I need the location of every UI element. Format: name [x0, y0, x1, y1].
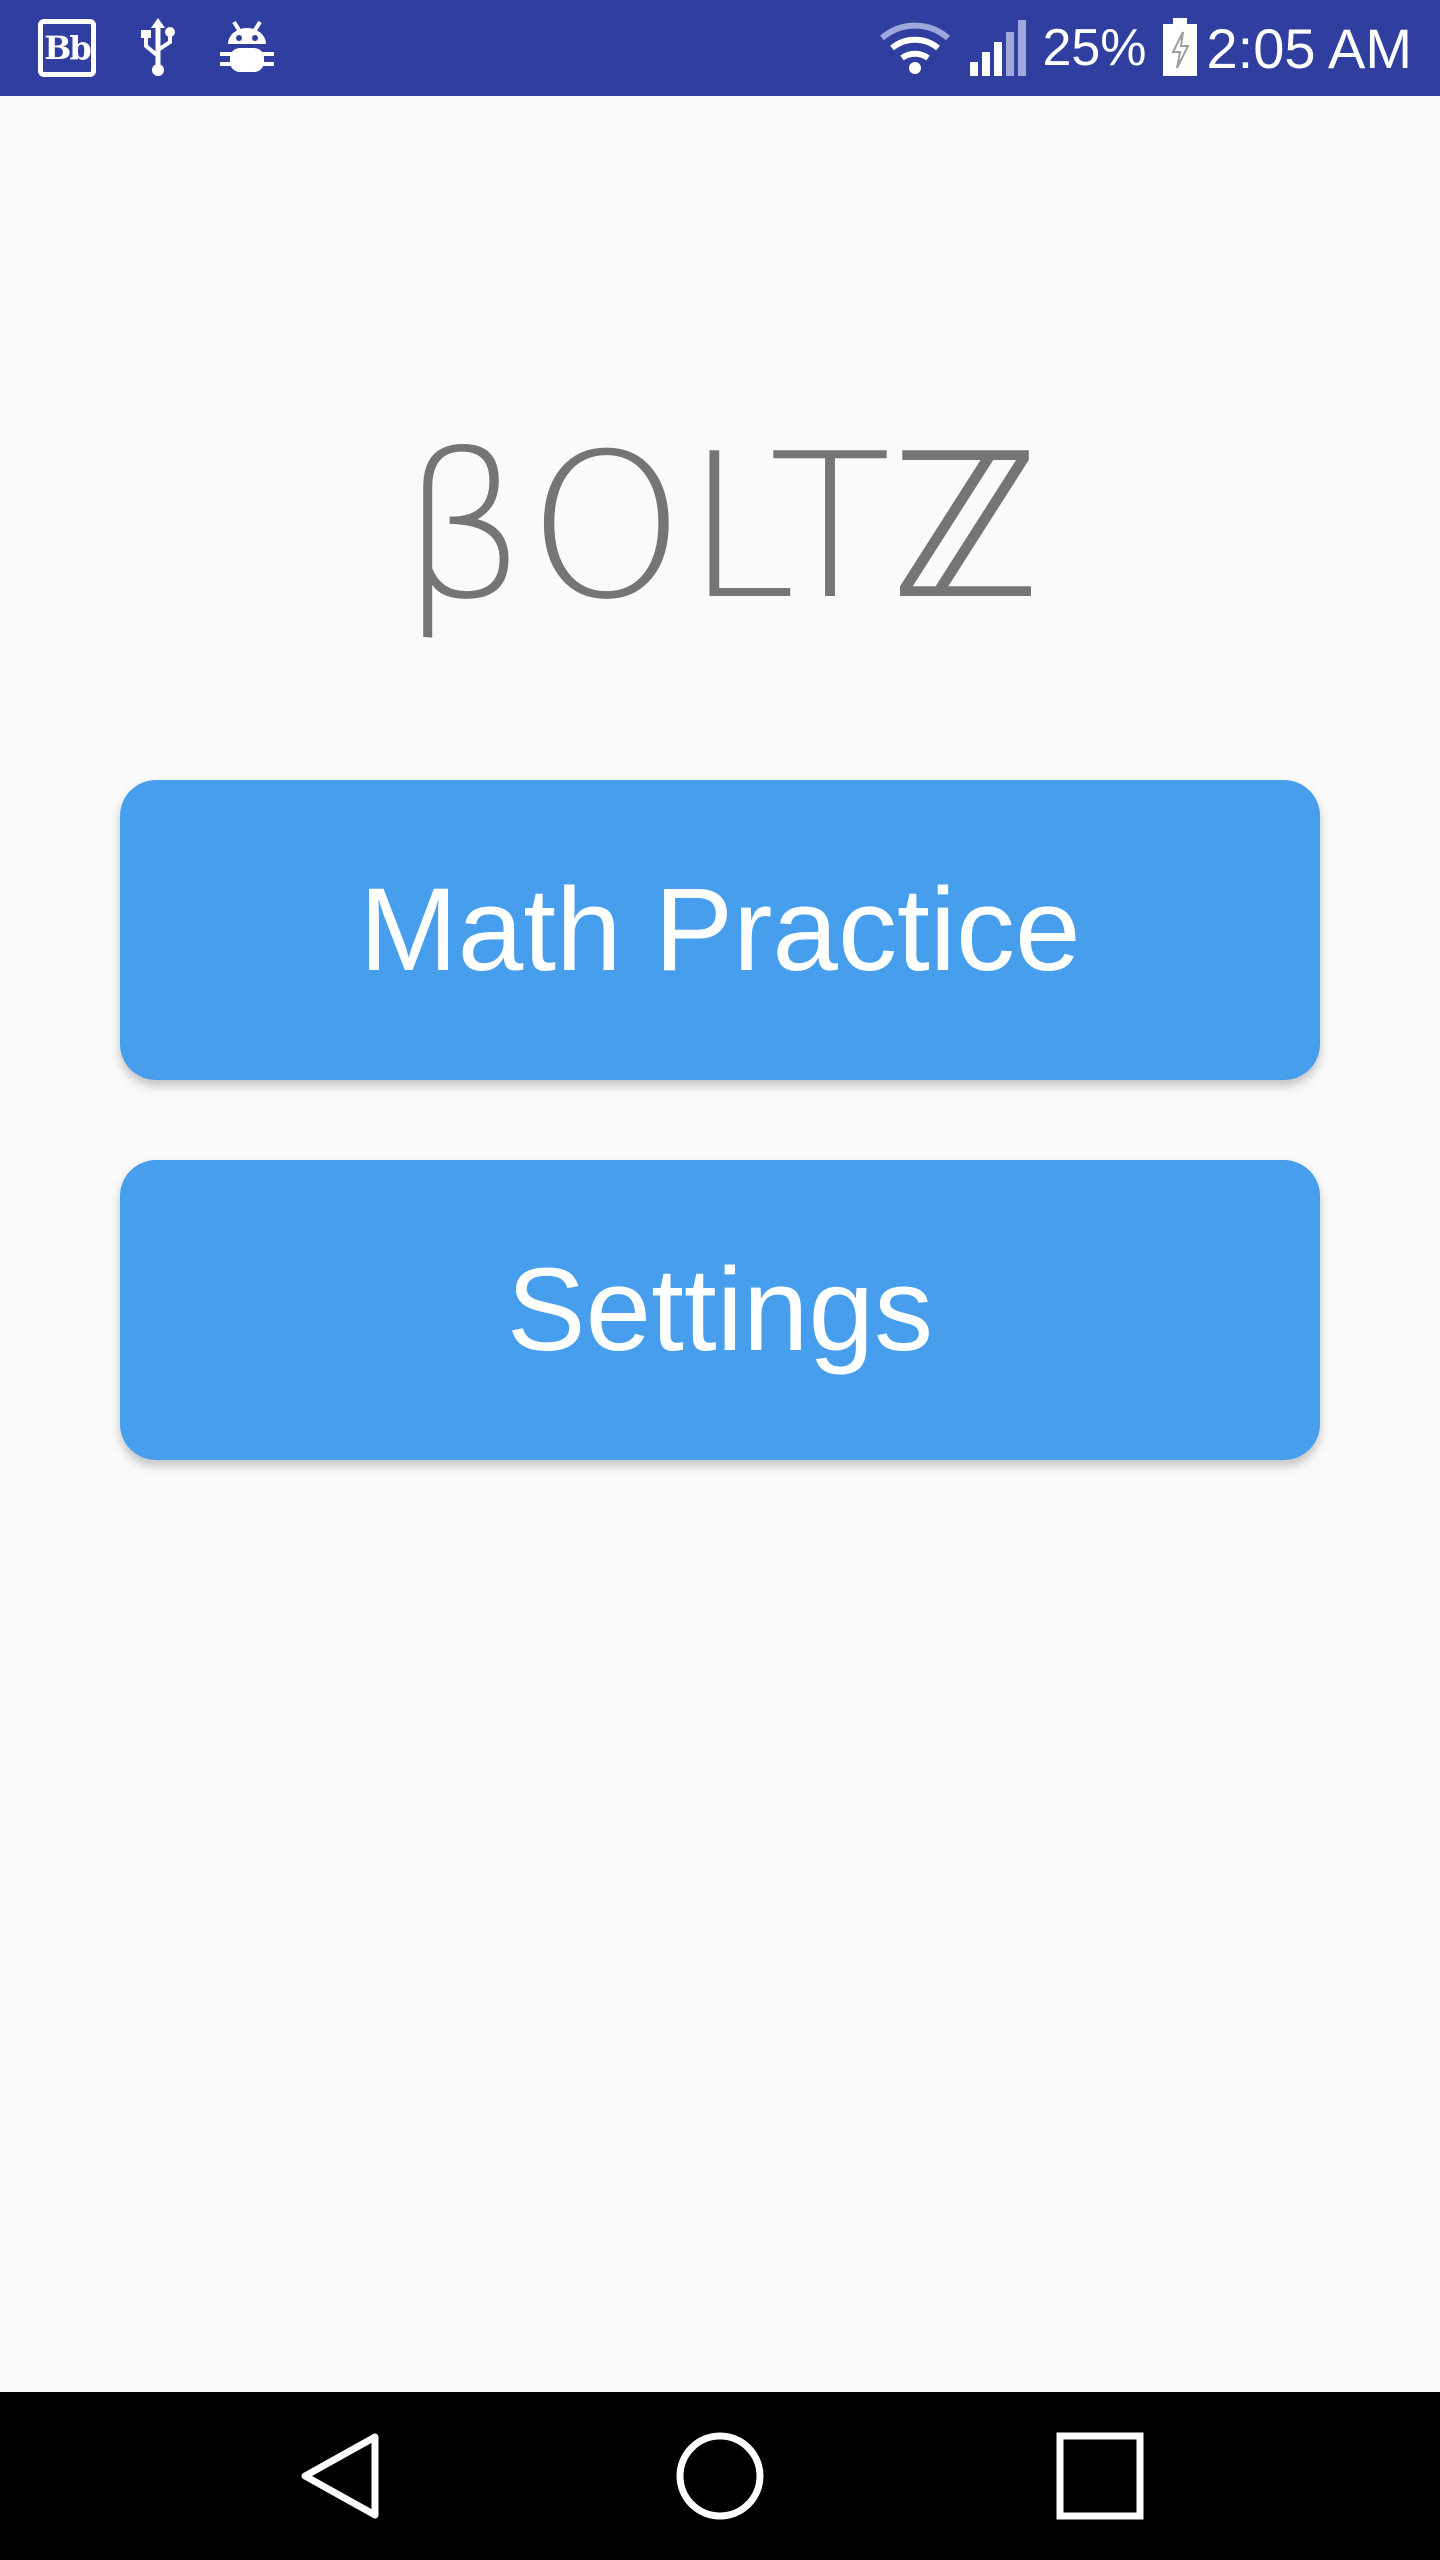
system-status-icons: 25% 2:05 AM — [880, 14, 1412, 82]
blackboard-icon: Bb — [38, 19, 96, 77]
recents-icon — [1056, 2432, 1144, 2520]
math-practice-button[interactable]: Math Practice — [120, 780, 1320, 1080]
home-icon — [676, 2432, 764, 2520]
battery-percent: 25% — [1042, 19, 1147, 77]
battery-charging-icon — [1161, 18, 1199, 78]
signal-icon — [968, 18, 1028, 78]
status-bar: Bb 25% 2:05 AM — [0, 0, 1440, 96]
clock: 2:05 AM — [1206, 16, 1412, 80]
wifi-icon — [880, 22, 951, 74]
android-debug-icon — [220, 20, 274, 76]
back-icon — [301, 2433, 379, 2519]
recents-button[interactable] — [1000, 2392, 1200, 2560]
usb-icon — [138, 18, 178, 78]
navigation-bar — [0, 2392, 1440, 2560]
home-button[interactable] — [620, 2392, 820, 2560]
back-button[interactable] — [240, 2392, 440, 2560]
app-title: βOLTℤ — [399, 411, 1041, 644]
settings-button[interactable]: Settings — [120, 1160, 1320, 1460]
notification-icons: Bb — [38, 14, 274, 82]
